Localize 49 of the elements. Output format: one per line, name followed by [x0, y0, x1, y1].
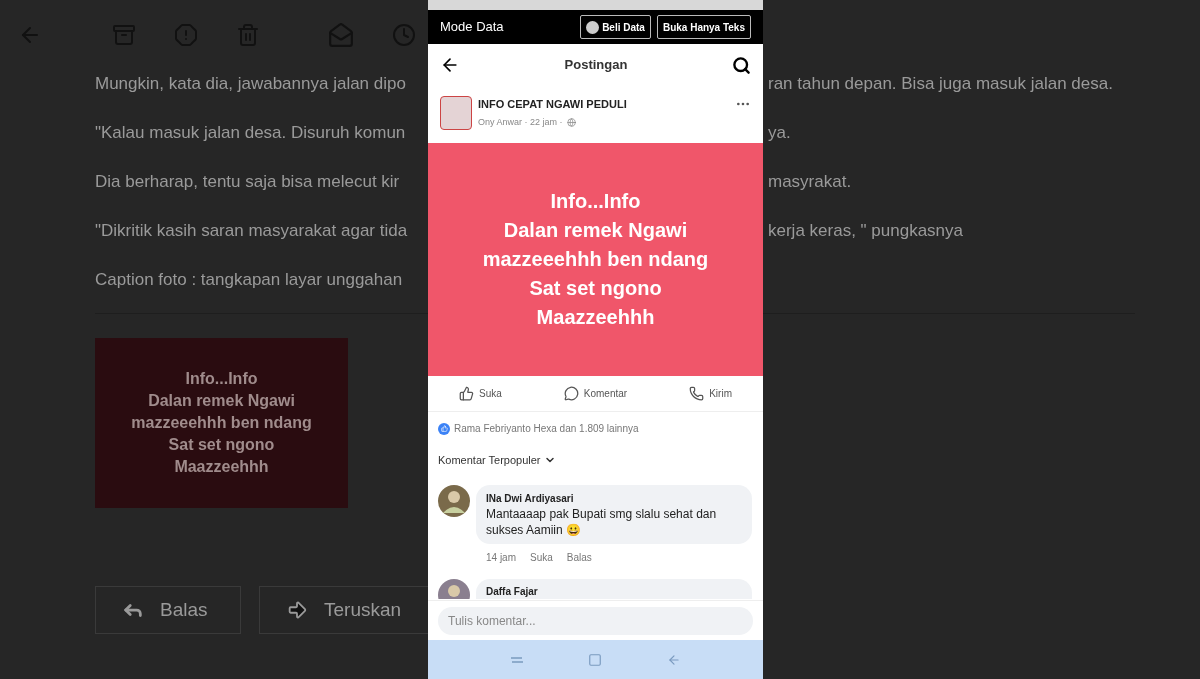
post-text: Sat set ngono	[529, 276, 662, 301]
comment-sort-dropdown[interactable]: Komentar Terpopuler	[428, 445, 763, 475]
post-meta: Ony Anwar · 22 jam ·	[478, 115, 563, 129]
data-mode-title: Mode Data	[440, 18, 504, 37]
like-badge-icon	[438, 422, 450, 435]
image-text: mazzeeehhh ben ndang	[131, 413, 312, 433]
data-bar-button[interactable]: Buka Hanya Teks	[656, 15, 751, 39]
like-icon	[459, 386, 474, 401]
post-text: mazzeeehhh ben ndang	[482, 247, 709, 272]
comment-reply-link[interactable]: Balas	[566, 550, 592, 565]
image-text: Maazzeehhh	[174, 457, 269, 477]
page-avatar	[440, 96, 472, 130]
commenter-name: Daffa Fajar	[486, 585, 539, 599]
comment-action[interactable]: Komentar	[563, 386, 628, 401]
paragraph-text: "Kalau masuk jalan desa. Disuruh komun	[95, 121, 407, 144]
send-action[interactable]: Kirim	[689, 386, 732, 401]
search-icon[interactable]	[732, 55, 751, 75]
paragraph-text: kerja keras, " pungkasnya	[768, 219, 964, 242]
comment-text: Mantaaaap pak Bupati smg slalu sehat dan sukses Aamiin 😀	[486, 506, 718, 538]
home-icon[interactable]	[588, 652, 603, 667]
back-nav-icon[interactable]	[666, 652, 681, 667]
image-text: Dalan remek Ngawi	[148, 391, 295, 411]
paragraph-text: Caption foto : tangkapan layar unggahan	[95, 268, 404, 291]
post-text: Info...Info	[550, 189, 641, 214]
comment-input[interactable]: Tulis komentar...	[438, 606, 753, 635]
paragraph-text: ya.	[768, 121, 791, 144]
comment-like-link[interactable]: Suka	[530, 550, 553, 565]
post-text: Dalan remek Ngawi	[503, 218, 688, 243]
page-name: INFO CEPAT NGAWI PEDULI	[478, 97, 628, 112]
avatar-icon	[438, 485, 470, 517]
forward-arrow-icon	[286, 599, 308, 621]
reply-button[interactable]: Balas	[95, 586, 241, 634]
reactions-text: Rama Febriyanto Hexa dan 1.809 lainnya	[454, 422, 639, 436]
paragraph-text: ran tahun depan. Bisa juga masuk jalan desa.	[768, 72, 1113, 95]
commenter-name: INa Dwi Ardiyasari	[486, 492, 575, 506]
globe-icon	[566, 117, 576, 127]
image-text: Info...Info	[185, 369, 258, 389]
paragraph-text: Dia berharap, tentu saja bisa melecut kir	[95, 170, 401, 193]
comment-time: 14 jam	[486, 551, 516, 565]
post-text: Maazzeehhh	[536, 305, 655, 330]
like-action[interactable]: Suka	[459, 386, 502, 401]
paragraph-text: "Dikritik kasih saran masyarakat agar tida	[95, 219, 409, 242]
forward-button[interactable]: Teruskan	[259, 586, 429, 634]
image-text: Sat set ngono	[168, 435, 275, 455]
data-bar-button[interactable]: Beli Data	[580, 15, 651, 39]
paragraph-text: masyrakat.	[768, 170, 852, 193]
page-title: Postingan	[564, 56, 628, 75]
paragraph-text: Mungkin, kata dia, jawabannya jalan dipo	[95, 72, 407, 95]
comment-icon	[563, 386, 579, 401]
